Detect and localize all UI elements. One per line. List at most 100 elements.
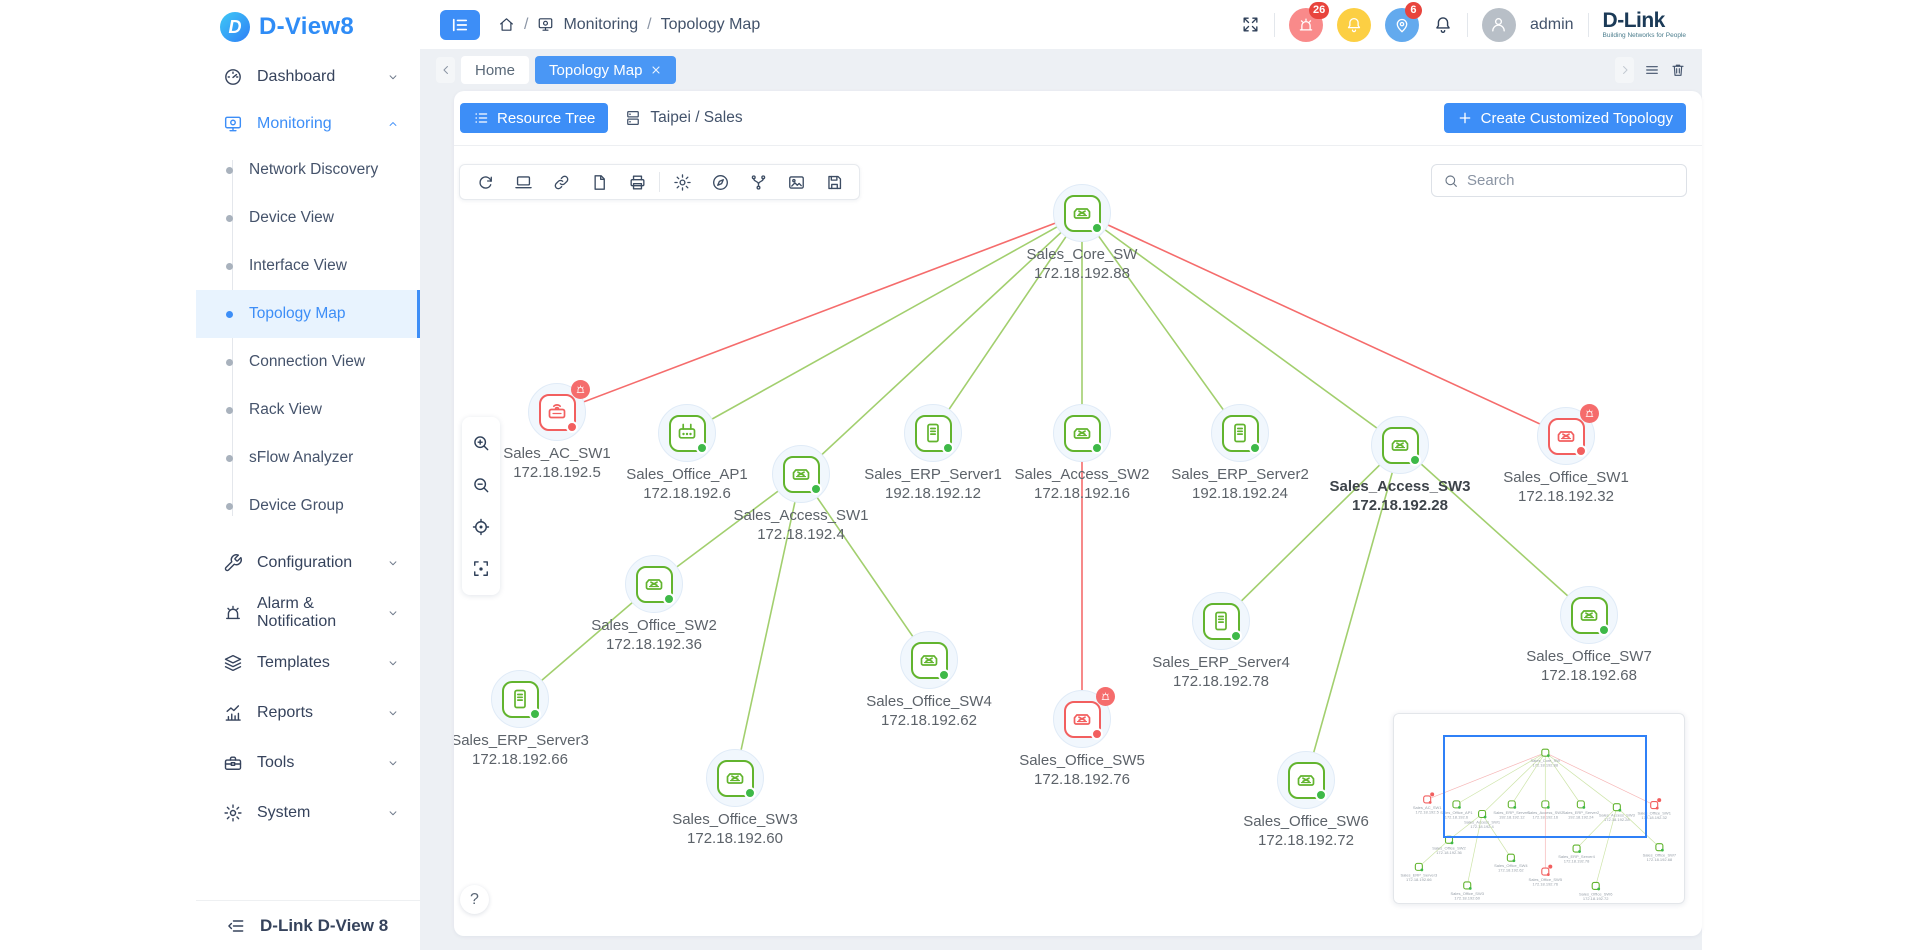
switch-device-icon [723,766,747,790]
device-node-sales-office-sw3[interactable] [706,749,764,807]
device-node-sales-erp-server1[interactable] [904,404,962,462]
save-icon [825,173,844,192]
tab-topology-map[interactable]: Topology Map [535,56,676,84]
tab-menu-button[interactable] [1644,62,1660,78]
device-node-sales-office-sw4[interactable] [900,631,958,689]
sidebar-item-dashboard[interactable]: Dashboard [196,52,420,102]
locate-button[interactable] [462,506,500,548]
device-node-sales-office-sw1[interactable] [1537,407,1595,465]
device-label-sales-office-sw3: Sales_Office_SW3172.18.192.60 [672,810,798,848]
resource-tree-button[interactable]: Resource Tree [460,103,608,133]
settings-tool-button[interactable] [663,165,701,199]
site-icon [624,109,642,127]
svg-text:172.18.192.62: 172.18.192.62 [1498,868,1524,873]
device-node-sales-access-sw1[interactable] [772,445,830,503]
tab-scroll-right-button[interactable] [1615,57,1634,83]
laptop-tool-button[interactable] [504,165,542,199]
tab-home[interactable]: Home [461,56,529,84]
sidebar-collapse-button[interactable]: D-Link D-View 8 [196,900,420,950]
device-node-sales-office-sw2[interactable] [625,555,683,613]
file-tool-button[interactable] [580,165,618,199]
sidebar-item-system[interactable]: System [196,788,420,838]
refresh-tool-button[interactable] [466,165,504,199]
location-summary-button[interactable]: 6 [1385,8,1419,42]
close-all-tabs-button[interactable] [1670,62,1686,78]
monitoring-icon [537,16,554,33]
sidebar-item-interface-view[interactable]: Interface View [196,242,420,290]
sidebar-item-network-discovery[interactable]: Network Discovery [196,146,420,194]
sidebar-item-topology-map[interactable]: Topology Map [196,290,420,338]
sidebar-footer-label: D-Link D-View 8 [260,916,388,936]
sidebar-item-connection-view[interactable]: Connection View [196,338,420,386]
close-tab-icon[interactable] [650,64,662,76]
warning-summary-button[interactable] [1337,8,1371,42]
print-tool-button[interactable] [618,165,656,199]
compass-tool-button[interactable] [701,165,739,199]
sidebar-item-configuration[interactable]: Configuration [196,538,420,588]
refresh-icon [476,173,495,192]
chevron-up-icon [386,117,400,131]
create-topology-button[interactable]: Create Customized Topology [1444,103,1686,133]
device-node-sales-erp-server2[interactable] [1211,404,1269,462]
bullet-icon [226,311,233,318]
device-node-sales-office-sw6[interactable] [1277,751,1335,809]
status-dot [1315,789,1327,801]
home-icon[interactable] [498,16,515,33]
device-node-sales-office-ap1[interactable] [658,404,716,462]
device-node-sales-core-sw[interactable] [1053,184,1111,242]
sidebar-item-sflow-analyzer[interactable]: sFlow Analyzer [196,434,420,482]
breadcrumb-monitoring[interactable]: Monitoring [563,16,638,34]
chevr-icon [1618,63,1632,77]
link-tool-button[interactable] [542,165,580,199]
switch-device-icon [1577,603,1601,627]
username[interactable]: admin [1530,16,1574,34]
sidebar-item-reports[interactable]: Reports [196,688,420,738]
chevron-right-icon [1618,63,1632,77]
bullet-icon [226,359,233,366]
sidebar-item-device-view[interactable]: Device View [196,194,420,242]
chevron-down-icon [386,656,400,670]
switch-device-icon [1070,421,1094,445]
bullet-icon [226,215,233,222]
plus-icon [1457,110,1473,126]
device-node-sales-access-sw3[interactable] [1371,416,1429,474]
device-node-sales-ac-sw1[interactable] [528,383,586,441]
minimap[interactable]: Sales_Core_SW172.18.192.88Sales_AC_SW117… [1393,713,1685,904]
main-area: / Monitoring / Topology Map 26 6 [420,0,1702,950]
device-label-sales-access-sw1: Sales_Access_SW1172.18.192.4 [733,506,868,544]
save-tool-button[interactable] [815,165,853,199]
sidebar-item-rack-view[interactable]: Rack View [196,386,420,434]
tab-scroll-left-button[interactable] [436,57,455,83]
switch-device-icon [1388,433,1412,457]
device-node-sales-erp-server3[interactable] [491,670,549,728]
device-node-sales-office-sw7[interactable] [1560,586,1618,644]
notifications-button[interactable] [1433,15,1453,35]
alarm-summary-button[interactable]: 26 [1289,8,1323,42]
sidebar-item-templates[interactable]: Templates [196,638,420,688]
sidebar-item-device-group[interactable]: Device Group [196,482,420,530]
device-node-sales-erp-server4[interactable] [1192,592,1250,650]
device-node-sales-access-sw2[interactable] [1053,404,1111,462]
zoom-in-button[interactable] [462,422,500,464]
image-tool-button[interactable] [777,165,815,199]
alarm-count-badge: 26 [1309,2,1329,19]
alarm-badge [571,380,590,399]
breadcrumb-topology-map[interactable]: Topology Map [661,16,761,34]
sidebar-item-alarm-notification[interactable]: Alarm & Notification [196,588,420,638]
search-input[interactable] [1467,172,1675,189]
fit-icon [471,559,491,579]
sidebar-item-monitoring[interactable]: Monitoring [196,102,420,146]
sidebar-item-tools[interactable]: Tools [196,738,420,788]
fit-button[interactable] [462,548,500,590]
fullscreen-button[interactable] [1241,15,1260,34]
help-button[interactable]: ? [460,885,489,914]
header-actions: 26 6 admin D-Link Building Networks for … [1241,8,1686,42]
zoom-out-button[interactable] [462,464,500,506]
branch-tool-button[interactable] [739,165,777,199]
switch-device-icon [1070,201,1094,225]
chevron-down-icon [386,70,400,84]
avatar[interactable] [1482,8,1516,42]
device-node-sales-office-sw5[interactable] [1053,690,1111,748]
sidebar-toggle-button[interactable] [440,10,480,40]
alarm-icon [1100,691,1111,702]
